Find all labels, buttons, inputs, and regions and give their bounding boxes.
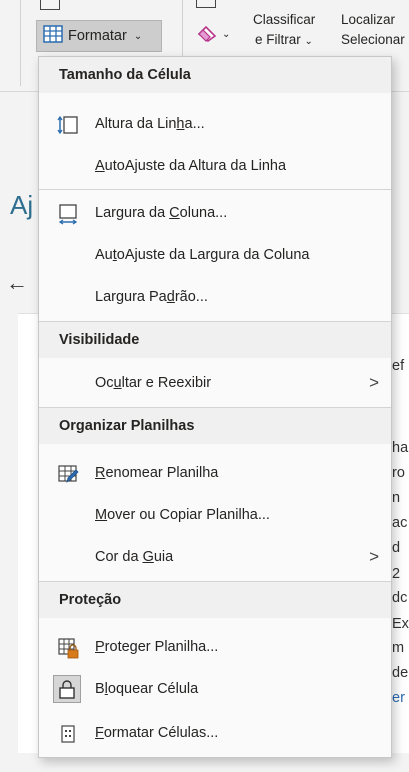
- pane-heading-fragment: Aj: [10, 190, 34, 220]
- chevron-down-icon: ⌄: [222, 29, 231, 40]
- sort-filter-label-line2: e Filtrar: [255, 32, 301, 47]
- menu-item-label: AutoAjuste da Altura da Linha: [95, 158, 287, 174]
- format-dropdown-label: Formatar: [68, 28, 127, 44]
- submenu-arrow-icon: >: [369, 373, 379, 392]
- menu-item-label: Altura da Linha...: [95, 116, 205, 132]
- menu-item-row-height[interactable]: Altura da Linha...: [39, 104, 391, 144]
- find-select-button[interactable]: Localizar Selecionar: [341, 10, 409, 50]
- panel-line: 2: [392, 566, 401, 582]
- format-cells-dialog-icon: [57, 723, 79, 745]
- column-width-icon: [57, 203, 79, 225]
- menu-item-tab-color[interactable]: Cor da Guia >: [39, 537, 391, 577]
- menu-item-label: Mover ou Copiar Planilha...: [95, 507, 270, 523]
- menu-item-label: Formatar Células...: [95, 725, 219, 741]
- section-protection-header: Proteção: [39, 582, 391, 618]
- section-cell-size-header: Tamanho da Célula: [39, 57, 391, 93]
- panel-line: ha: [392, 440, 409, 456]
- protect-sheet-icon: [57, 637, 79, 659]
- menu-item-label: Cor da Guia: [95, 549, 174, 565]
- menu-item-hide-unhide[interactable]: Ocultar e Reexibir >: [39, 363, 391, 403]
- back-arrow-icon[interactable]: ←: [6, 270, 28, 296]
- cells-icon: [40, 0, 60, 10]
- menu-item-rename-sheet[interactable]: Renomear Planilha: [39, 453, 391, 493]
- section-visibility-header: Visibilidade: [39, 322, 391, 358]
- panel-line: ac: [392, 515, 408, 531]
- sort-filter-button[interactable]: Classificar e Filtrar ⌄: [253, 10, 339, 52]
- menu-item-label: Largura da Coluna...: [95, 205, 228, 221]
- format-cells-icon: [43, 25, 63, 47]
- chevron-down-icon: ⌄: [304, 36, 313, 47]
- panel-text-fragment: ef: [392, 358, 405, 374]
- menu-item-label: Bloquear Célula: [95, 681, 199, 697]
- lock-icon: [53, 675, 81, 703]
- menu-item-move-copy-sheet[interactable]: Mover ou Copiar Planilha...: [39, 495, 391, 535]
- panel-line: ro: [392, 465, 405, 481]
- menu-item-label: Renomear Planilha: [95, 465, 219, 481]
- rename-sheet-icon: [57, 463, 79, 485]
- menu-item-label: Proteger Planilha...: [95, 639, 219, 655]
- sort-filter-label-line1: Classificar: [253, 12, 316, 27]
- chevron-down-icon: ⌄: [133, 30, 143, 42]
- menu-item-protect-sheet[interactable]: Proteger Planilha...: [39, 627, 391, 667]
- eraser-icon: [196, 24, 218, 45]
- menu-item-default-width[interactable]: Largura Padrão...: [39, 277, 391, 317]
- clear-button[interactable]: ⌄: [196, 24, 230, 45]
- fill-icon: [196, 0, 216, 8]
- menu-item-autofit-row-height[interactable]: AutoAjuste da Altura da Linha: [39, 146, 391, 186]
- panel-line: d: [392, 540, 401, 556]
- menu-item-label: AutoAjuste da Largura da Coluna: [95, 247, 310, 263]
- row-height-icon: [57, 114, 79, 136]
- menu-item-lock-cell[interactable]: Bloquear Célula: [39, 669, 391, 709]
- submenu-arrow-icon: >: [369, 547, 379, 566]
- find-label-line1: Localizar: [341, 12, 396, 27]
- ribbon-separator: [20, 0, 21, 86]
- panel-line: dc: [392, 590, 408, 606]
- format-menu: Tamanho da Célula Altura da Linha... Aut…: [38, 56, 392, 758]
- menu-item-autofit-column-width[interactable]: AutoAjuste da Largura da Coluna: [39, 235, 391, 275]
- section-organize-header: Organizar Planilhas: [39, 408, 391, 444]
- find-label-line2: Selecionar: [341, 32, 405, 47]
- panel-line: de: [392, 665, 409, 681]
- panel-line: Ex: [392, 616, 409, 632]
- panel-line: m: [392, 640, 405, 656]
- format-dropdown-button[interactable]: Formatar ⌄: [36, 20, 162, 52]
- menu-item-column-width[interactable]: Largura da Coluna...: [39, 193, 391, 233]
- panel-link[interactable]: er: [392, 690, 405, 706]
- menu-item-format-cells[interactable]: Formatar Células...: [39, 713, 391, 753]
- menu-item-label: Ocultar e Reexibir: [95, 375, 212, 391]
- panel-line: n: [392, 490, 401, 506]
- menu-separator: [39, 189, 391, 190]
- menu-item-label: Largura Padrão...: [95, 289, 208, 305]
